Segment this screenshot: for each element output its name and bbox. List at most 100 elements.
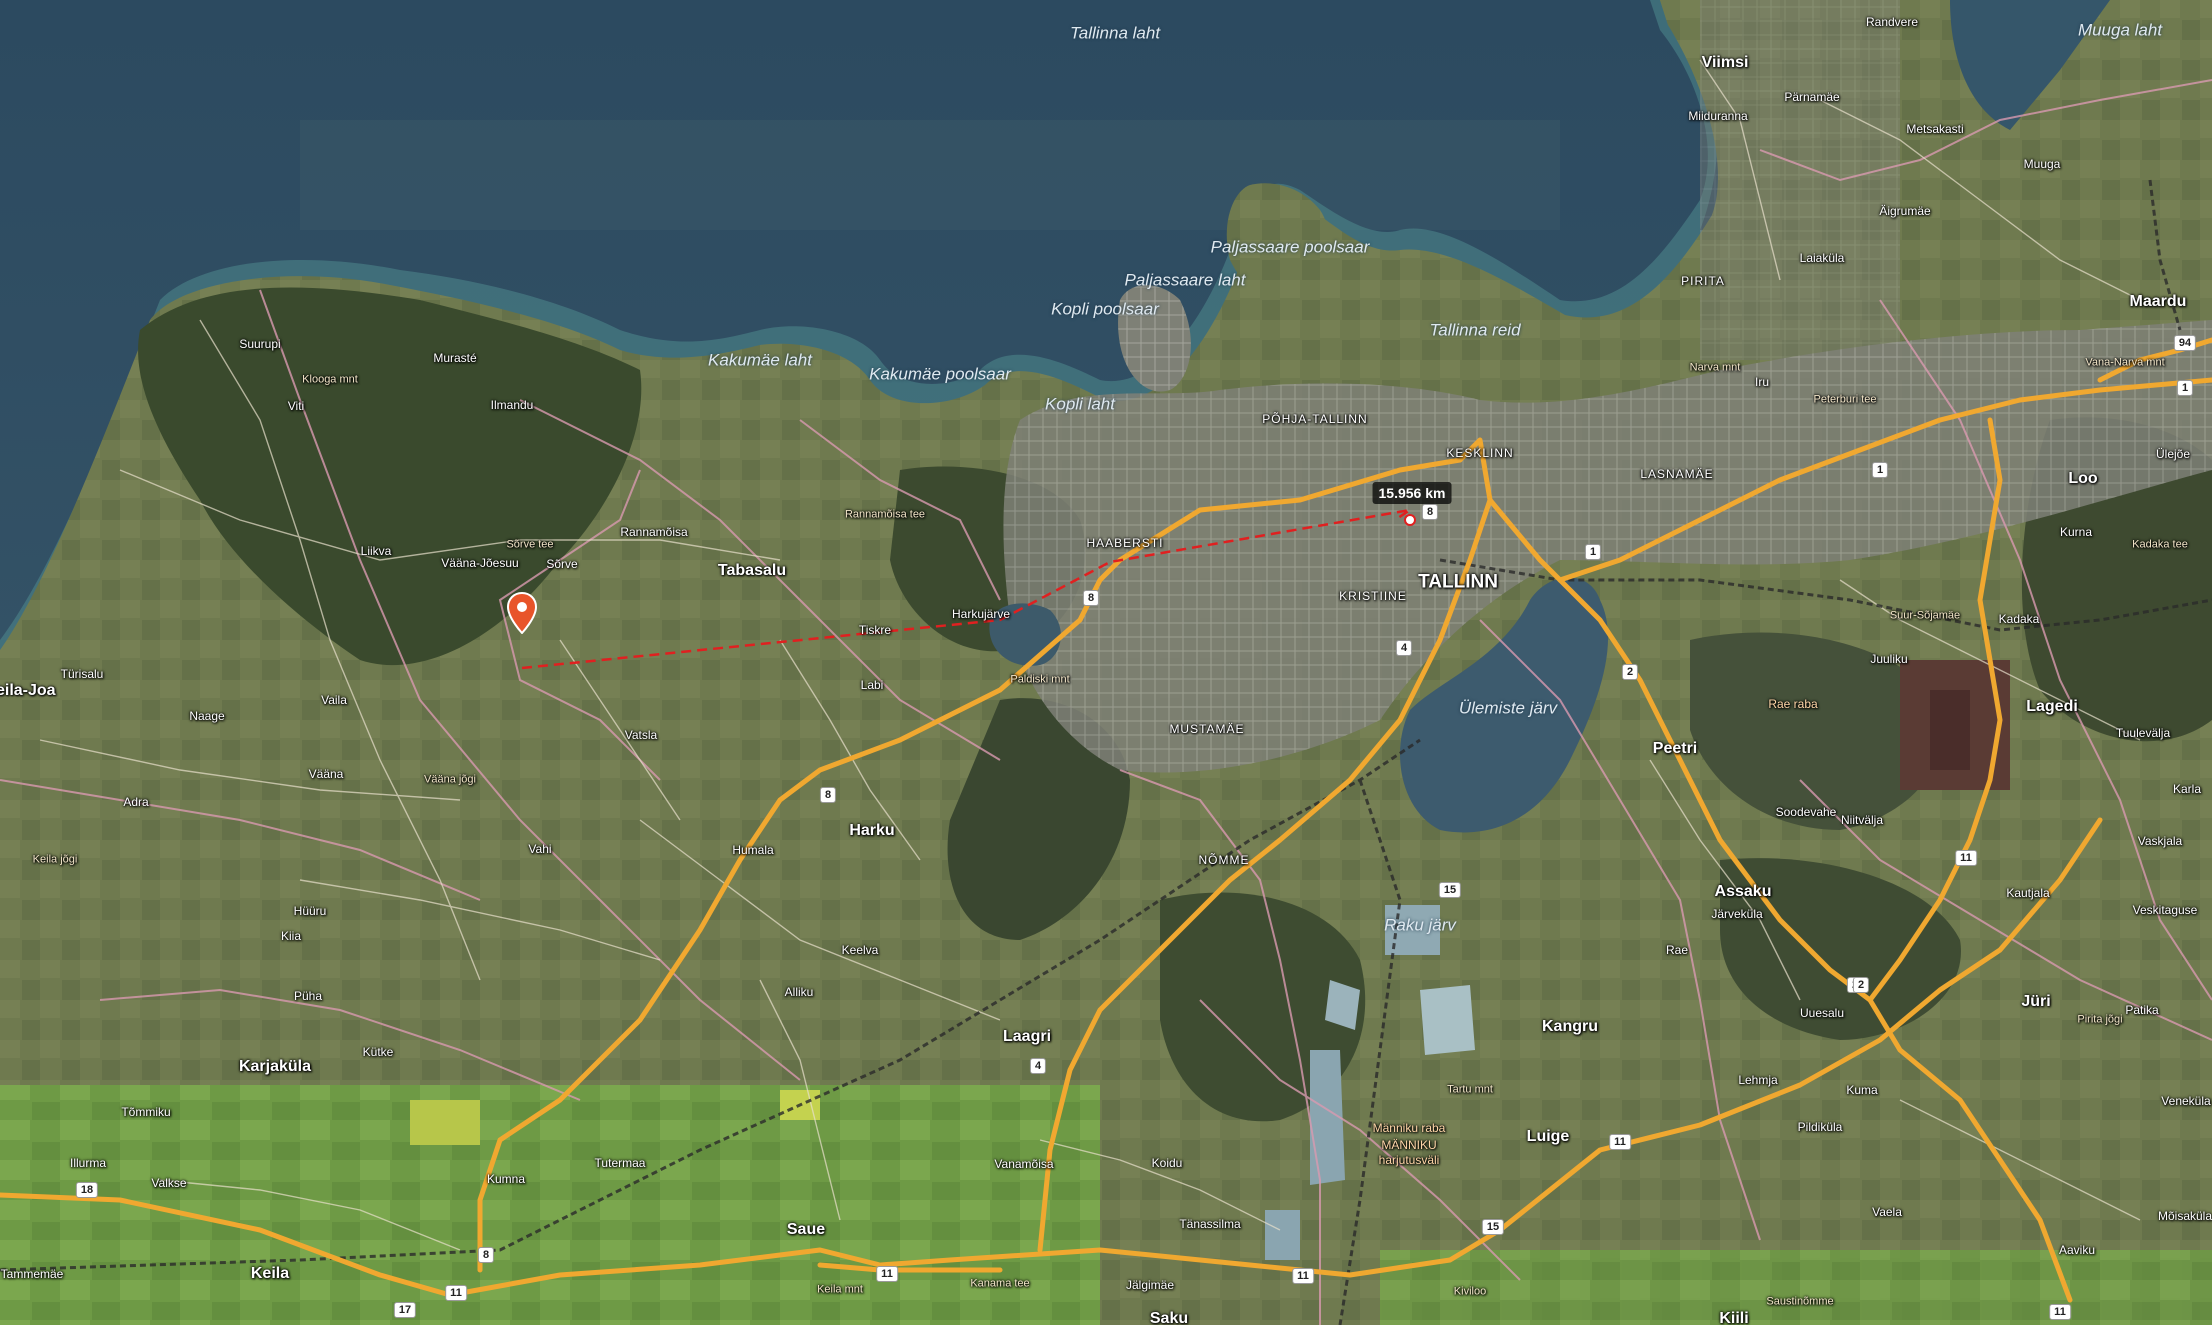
road-number-shield: 4 (1395, 640, 1413, 656)
road-number-shield: 1 (2176, 380, 2194, 396)
measure-endpoint[interactable] (1404, 514, 1416, 526)
label-village: Laiaküla (1799, 251, 1845, 265)
label-village: Juuliku (1870, 652, 1908, 666)
label-village: Alliku (784, 985, 814, 999)
road-number-shield: 11 (1292, 1268, 1314, 1284)
label-town: Kiili (1719, 1310, 1749, 1325)
label-city: TALLINN (1418, 571, 1498, 593)
label-village: Muuga (2023, 157, 2061, 171)
label-street: Kiviloo (1453, 1285, 1487, 1298)
label-village: Soodevahe (1775, 805, 1837, 819)
label-town: Laagri (1002, 1028, 1052, 1045)
label-village: Tammemäe (0, 1267, 64, 1281)
label-town: Jüri (2021, 993, 2051, 1010)
label-street: Kanama tee (970, 1277, 1030, 1290)
label-street: Kadaka tee (2132, 538, 2188, 551)
label-village: Ilmandu (490, 398, 534, 412)
road-number-shield: 2 (1621, 664, 1639, 680)
label-district: PIRITA (1681, 274, 1725, 288)
road-number-shield: 1 (1871, 462, 1889, 478)
label-street: Peterburi tee (1813, 393, 1877, 406)
label-street: Keila mnt (817, 1283, 863, 1296)
label-village: Randvere (1865, 15, 1919, 29)
label-water: Kakumäe poolsaar (869, 364, 1011, 384)
label-feature: Männiku raba (1372, 1121, 1446, 1135)
label-village: Lehmja (1738, 1073, 1778, 1087)
label-village: Patika (2125, 1003, 2159, 1017)
label-village: Tänassilma (1179, 1217, 1241, 1231)
label-village: Miiduranna (1688, 109, 1748, 123)
label-town: Keila (250, 1265, 290, 1282)
label-village: Tiskre (858, 623, 892, 637)
label-village: Kumna (486, 1172, 526, 1186)
label-village: Rae (1665, 943, 1689, 957)
label-feature: MÄNNIKU (1381, 1138, 1437, 1152)
label-street: Paldiski mnt (1010, 673, 1070, 686)
label-village: Järveküla (1711, 907, 1763, 921)
label-district: PÕHJA-TALLINN (1262, 412, 1368, 426)
location-pin-icon[interactable] (507, 592, 537, 634)
label-village: Metsakasti (1906, 122, 1964, 136)
label-water: Ülemiste järv (1458, 698, 1558, 718)
road-number-shield: 8 (1421, 504, 1439, 520)
label-village: Illurma (69, 1156, 107, 1170)
label-town: Keila-Joa (0, 682, 56, 699)
label-street: Kloogа mnt (302, 373, 358, 386)
label-village: Adra (123, 795, 149, 809)
label-village: Äigrumäe (1879, 204, 1931, 218)
map-canvas[interactable]: 15.956 km Tallinna laht Muuga laht Kakumäe… (0, 0, 2212, 1325)
road-number-shield: 11 (2049, 1304, 2071, 1320)
road-number-shield: 4 (1029, 1058, 1047, 1074)
road-number-shield: 8 (1082, 590, 1100, 606)
label-village: Türisalu (60, 667, 104, 681)
label-water: Raku järv (1384, 915, 1456, 935)
label-village: Labi (860, 678, 884, 692)
label-village: Pärnamäe (1784, 90, 1840, 104)
label-village: Vanamõisa (994, 1157, 1054, 1171)
label-street: Sõrve tee (506, 538, 554, 551)
label-village: Vääna-Jõesuu (441, 556, 519, 570)
road-number-shield: 11 (1609, 1134, 1631, 1150)
label-village: Kuma (1846, 1083, 1878, 1097)
label-town: Maardu (2129, 293, 2187, 310)
label-water: Kopli poolsaar (1051, 299, 1159, 319)
label-village: Veskitaguse (2132, 903, 2198, 917)
label-street: Keila jõgi (32, 853, 78, 866)
label-village: Suurupi (239, 337, 281, 351)
label-water: Paljassaare laht (1124, 270, 1246, 290)
label-village: Humala (732, 843, 774, 857)
label-village: Harkujärve (951, 607, 1011, 621)
label-village: Püha (293, 989, 323, 1003)
label-town: Harku (849, 822, 895, 839)
label-village: Murasté (433, 351, 477, 365)
label-street: Vääna jõgi (424, 773, 476, 786)
label-water: Tallinna reid (1429, 320, 1521, 340)
label-village: Vahi (528, 842, 552, 856)
road-number-shield: 94 (2173, 335, 2197, 351)
road-number-shield: 15 (1481, 1219, 1505, 1235)
label-village: Vaela (1872, 1205, 1902, 1219)
label-village: Tuulevälja (2115, 726, 2171, 740)
label-district: NÕMME (1198, 853, 1250, 867)
label-town: Loo (2068, 470, 2098, 487)
label-street: Narva mnt (1689, 361, 1741, 374)
label-feature: Rae raba (1768, 697, 1818, 711)
label-district: MUSTAMÄE (1169, 722, 1245, 736)
label-village: Karla (2172, 782, 2202, 796)
label-town: Viimsi (1701, 54, 1749, 71)
label-street: Rannamõisa tee (844, 508, 926, 521)
label-district: LASNAMÄE (1640, 467, 1714, 481)
label-district: HAABERSTI (1086, 536, 1164, 550)
label-village: Veneküla (2161, 1094, 2211, 1108)
label-street: Saustinõmme (1766, 1295, 1834, 1308)
road-number-shield: 2 (1852, 977, 1870, 993)
label-feature: harjutusväli (1378, 1153, 1440, 1167)
road-number-shield: 11 (1955, 850, 1977, 866)
label-town: Kangru (1542, 1018, 1598, 1035)
label-district: KRISTIINE (1339, 589, 1407, 603)
road-number-shield: 11 (445, 1285, 467, 1301)
label-town: Tabasalu (717, 562, 787, 579)
road-number-shield: 1 (1584, 544, 1602, 560)
label-water: Kakumäe laht (708, 350, 812, 370)
road-number-shield: 18 (75, 1182, 99, 1198)
